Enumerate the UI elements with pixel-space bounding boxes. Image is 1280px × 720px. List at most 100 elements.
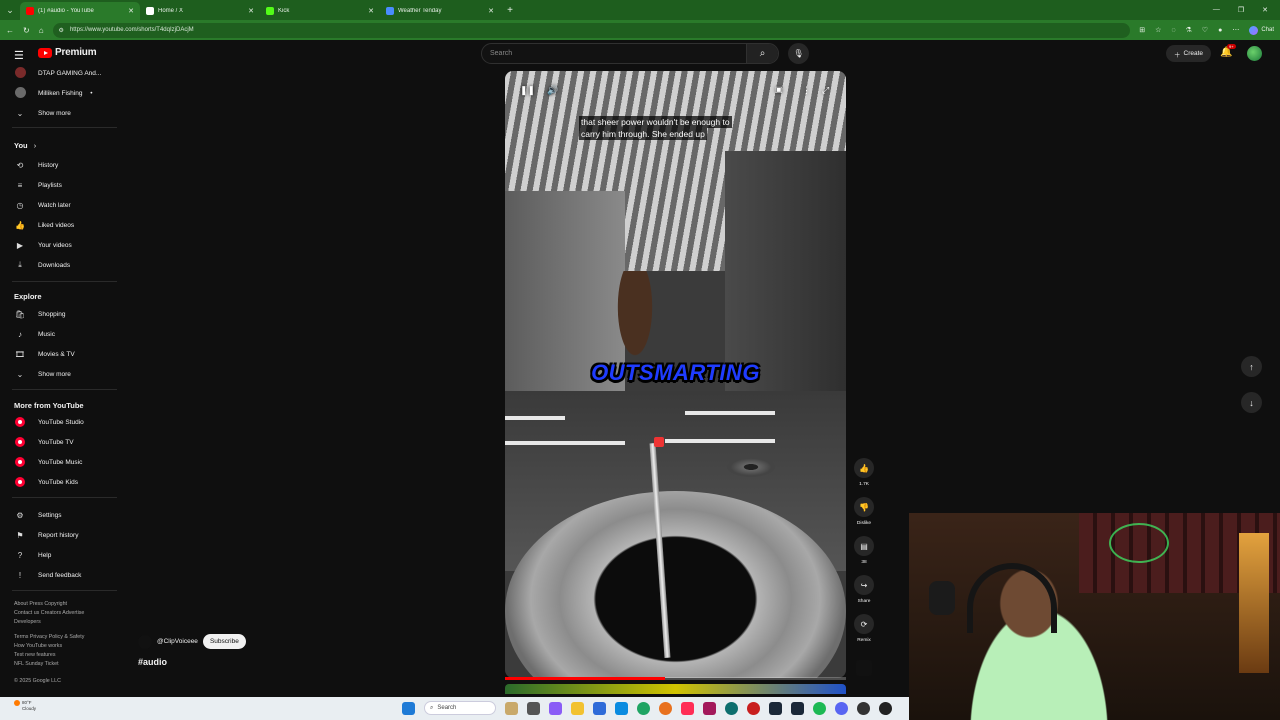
app-icon[interactable] — [681, 701, 694, 715]
footer-link-row[interactable]: Terms Privacy Policy & Safety — [14, 633, 119, 642]
comments-button[interactable]: ▤ 38 — [852, 536, 876, 565]
url-field[interactable]: ⚙ https://www.youtube.com/shorts/T4dqIzj… — [52, 22, 1131, 38]
youtube-logo[interactable]: Premium — [38, 47, 97, 58]
refresh-extension-icon[interactable]: ◌ — [1171, 27, 1175, 34]
more-icon[interactable]: ⋯ — [1232, 26, 1239, 34]
captions-icon[interactable]: ▣ — [775, 85, 783, 94]
mail-icon[interactable] — [615, 701, 628, 715]
install-app-icon[interactable]: ⊞ — [1139, 26, 1145, 34]
sidebar-item-report-history[interactable]: ⚑ Report history — [0, 526, 118, 544]
sidebar-item-youtube-studio[interactable]: YouTube Studio — [0, 413, 118, 431]
subscribe-button[interactable]: Subscribe — [202, 634, 246, 649]
video-progress-bar[interactable] — [505, 677, 846, 680]
spotify-icon[interactable] — [813, 701, 826, 715]
sidebar-show-more-explore[interactable]: ⌄ Show more — [0, 365, 118, 383]
remix-button[interactable]: ⟳ Remix — [852, 614, 876, 643]
sidebar-item-youtube-music[interactable]: YouTube Music — [0, 453, 118, 471]
obs-icon[interactable] — [857, 701, 870, 715]
app-icon[interactable] — [725, 701, 738, 715]
tab-kick[interactable]: Kick ✕ — [260, 2, 380, 20]
restore-icon[interactable]: ❐ — [1238, 6, 1244, 14]
sidebar-item-your-videos[interactable]: ▶ Your videos — [0, 236, 118, 254]
notifications-button[interactable]: 🔔 9+ — [1220, 44, 1236, 58]
footer-link-row[interactable]: NFL Sunday Ticket — [14, 660, 119, 669]
favorites-icon[interactable]: ♡ — [1202, 26, 1208, 34]
footer-link-row[interactable]: Test new features — [14, 651, 119, 660]
sidebar-item-downloads[interactable]: ⤓ Downloads — [0, 256, 118, 274]
sidebar-show-more-subscriptions[interactable]: ⌄ Show more — [0, 104, 118, 122]
sidebar-item-watch-later[interactable]: ◷ Watch later — [0, 196, 118, 214]
editor-icon[interactable] — [703, 701, 716, 715]
pause-icon[interactable]: ❚❚ — [520, 85, 535, 96]
tab-weather[interactable]: Weather Tenday ✕ — [380, 2, 500, 20]
shorts-video-player[interactable]: that sheer power wouldn't be enough to c… — [505, 71, 846, 678]
volume-icon[interactable]: 🔊 — [547, 85, 558, 96]
sidebar-item-liked-videos[interactable]: 👍 Liked videos — [0, 216, 118, 234]
file-explorer-icon[interactable] — [571, 701, 584, 715]
dislike-button[interactable]: 👎 Dislike — [852, 497, 876, 526]
copilot-app-icon[interactable] — [549, 701, 562, 715]
sidebar-item-subscription[interactable]: Milliken Fishing • — [0, 84, 118, 102]
chrome-icon[interactable] — [879, 701, 892, 715]
channel-name[interactable]: @ClipVoiceee — [157, 638, 198, 645]
avatar[interactable] — [1247, 46, 1262, 61]
footer-link-row[interactable]: Contact us Creators Advertise — [14, 609, 119, 618]
more-options-icon[interactable]: ⋮ — [802, 85, 811, 96]
reload-icon[interactable]: ↻ — [23, 26, 30, 35]
copilot-chat-button[interactable]: Chat — [1249, 25, 1274, 35]
window-close-icon[interactable]: ✕ — [1262, 6, 1268, 14]
store-icon[interactable] — [593, 701, 606, 715]
sidebar-item-youtube-kids[interactable]: YouTube Kids — [0, 473, 118, 491]
extensions-icon[interactable]: ⚗ — [1186, 26, 1192, 34]
sidebar-item-music[interactable]: ♪ Music — [0, 325, 118, 343]
sidebar-item-help[interactable]: ? Help — [0, 546, 118, 564]
app-icon[interactable] — [791, 701, 804, 715]
sidebar-item-movies-tv[interactable]: 🎞 Movies & TV — [0, 345, 118, 363]
taskbar-weather-widget[interactable]: 80°F Cloudy — [14, 700, 36, 712]
sidebar-item-youtube-tv[interactable]: YouTube TV — [0, 433, 118, 451]
close-icon[interactable]: ✕ — [368, 7, 374, 15]
new-tab-button[interactable]: + — [500, 5, 520, 16]
app-icon[interactable] — [747, 701, 760, 715]
sound-thumbnail[interactable] — [856, 660, 872, 676]
fullscreen-icon[interactable]: ⤢ — [822, 85, 829, 96]
tab-youtube[interactable]: (1) #audio - YouTube ✕ — [20, 2, 140, 20]
share-button[interactable]: ↪ Share — [852, 575, 876, 604]
footer-link-row[interactable]: About Press Copyright — [14, 600, 119, 609]
tab-menu-icon[interactable]: ⌄ — [0, 0, 20, 20]
close-icon[interactable]: ✕ — [128, 7, 134, 15]
create-button[interactable]: ＋ Create — [1166, 45, 1212, 62]
menu-icon[interactable]: ☰ — [14, 49, 24, 62]
search-input[interactable]: Search — [482, 50, 746, 57]
channel-avatar[interactable] — [138, 634, 152, 649]
footer-link-row[interactable]: Developers — [14, 618, 119, 627]
discord-icon[interactable] — [835, 701, 848, 715]
task-view-icon[interactable] — [527, 701, 540, 715]
short-title-hashtag[interactable]: #audio — [138, 657, 167, 667]
next-short-button[interactable]: ↓ — [1241, 392, 1262, 413]
taskbar-search[interactable]: ⌕ Search — [424, 701, 496, 715]
voice-search-button[interactable]: 🎙 — [788, 43, 809, 64]
footer-link-row[interactable]: How YouTube works — [14, 642, 119, 651]
profile-icon[interactable]: ● — [1218, 27, 1222, 34]
favorite-star-icon[interactable]: ☆ — [1155, 26, 1161, 34]
like-button[interactable]: 👍 1.7K — [852, 458, 876, 487]
search-button[interactable]: ⌕ — [746, 44, 778, 63]
tab-x[interactable]: Home / X ✕ — [140, 2, 260, 20]
minimize-icon[interactable]: — — [1213, 6, 1220, 14]
sidebar-item-subscription[interactable]: DTAP GAMING And... — [0, 64, 118, 82]
sidebar-item-send-feedback[interactable]: ! Send feedback — [0, 566, 118, 584]
back-icon[interactable]: ← — [6, 26, 14, 35]
widget-icon[interactable] — [505, 701, 518, 715]
site-info-icon[interactable]: ⚙ — [59, 27, 64, 34]
previous-short-button[interactable]: ↑ — [1241, 356, 1262, 377]
edge-icon[interactable] — [637, 701, 650, 715]
sidebar-item-playlists[interactable]: ≡ Playlists — [0, 176, 118, 194]
sidebar-item-settings[interactable]: ⚙ Settings — [0, 506, 118, 524]
sidebar-item-shopping[interactable]: 🛍 Shopping — [0, 305, 118, 323]
sidebar-item-history[interactable]: ⟲ History — [0, 156, 118, 174]
close-icon[interactable]: ✕ — [248, 7, 254, 15]
firefox-icon[interactable] — [659, 701, 672, 715]
close-icon[interactable]: ✕ — [488, 7, 494, 15]
sidebar-you-heading[interactable]: You › — [14, 141, 36, 150]
